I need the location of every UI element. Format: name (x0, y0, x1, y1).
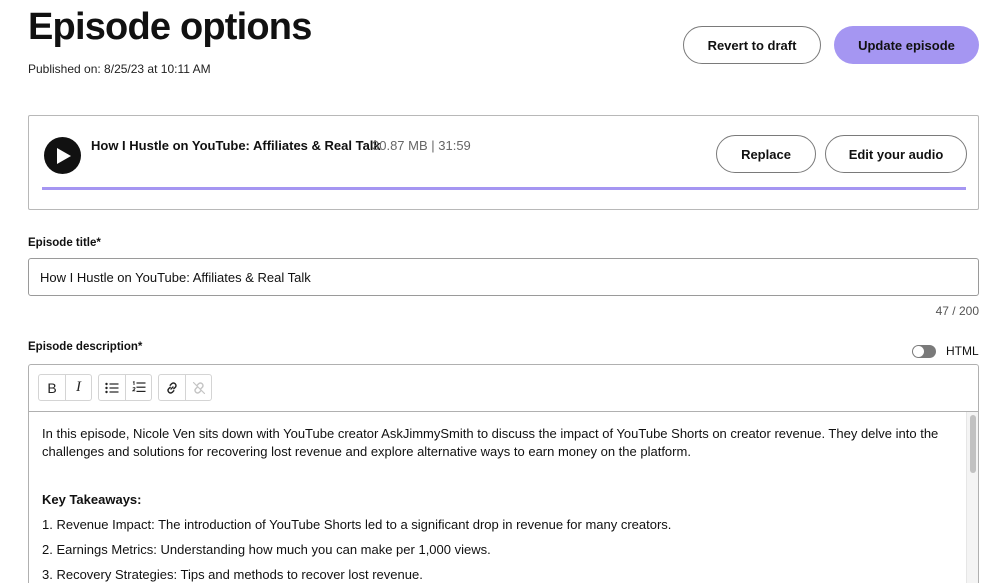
unlink-button[interactable] (185, 375, 211, 400)
numbered-list-icon (131, 381, 145, 392)
description-intro: In this episode, Nicole Ven sits down wi… (42, 426, 939, 459)
html-toggle-knob (913, 345, 924, 357)
audio-title: How I Hustle on YouTube: Affiliates & Re… (91, 138, 381, 153)
play-icon (57, 147, 71, 164)
published-date: Published on: 8/25/23 at 10:11 AM (28, 62, 211, 76)
page-title: Episode options (28, 6, 312, 48)
italic-button[interactable]: I (65, 375, 91, 400)
play-button[interactable] (44, 137, 81, 174)
list-group (98, 374, 152, 401)
link-icon (167, 381, 177, 394)
format-group: B I (38, 374, 92, 401)
audio-card: How I Hustle on YouTube: Affiliates & Re… (28, 115, 979, 210)
replace-audio-button[interactable]: Replace (716, 135, 816, 173)
link-button[interactable] (159, 375, 185, 400)
editor-scrollbar[interactable] (966, 412, 978, 583)
editor-toolbar: B I (29, 365, 978, 412)
html-toggle-label: HTML (946, 344, 979, 358)
link-group (158, 374, 212, 401)
episode-title-input[interactable] (28, 258, 979, 296)
html-toggle-group: HTML (912, 344, 979, 358)
editor-content[interactable]: In this episode, Nicole Ven sits down wi… (29, 412, 966, 583)
audio-upload-progress (42, 187, 966, 190)
edit-audio-button[interactable]: Edit your audio (825, 135, 967, 173)
audio-meta: 30.87 MB | 31:59 (372, 138, 471, 153)
unlink-icon (192, 381, 205, 394)
bullet-list-icon (105, 382, 119, 393)
episode-title-label: Episode title* (28, 237, 101, 249)
audio-upload-progress-fill (42, 187, 966, 190)
editor-scrollbar-thumb[interactable] (970, 415, 976, 473)
key-takeaways-heading: Key Takeaways: (42, 492, 142, 507)
update-episode-button[interactable]: Update episode (834, 26, 979, 64)
episode-title-char-count: 47 / 200 (935, 304, 979, 318)
numbered-list-button[interactable] (125, 375, 151, 400)
description-editor: B I In this episode, Nicole Ven sits dow… (28, 364, 979, 583)
html-toggle[interactable] (912, 344, 936, 358)
bold-button[interactable]: B (39, 375, 65, 400)
episode-description-label: Episode description* (28, 341, 143, 353)
takeaway-item: 1. Revenue Impact: The introduction of Y… (42, 517, 672, 532)
bullet-list-button[interactable] (99, 375, 125, 400)
takeaway-item: 2. Earnings Metrics: Understanding how m… (42, 542, 491, 557)
takeaway-item: 3. Recovery Strategies: Tips and methods… (42, 567, 423, 582)
revert-to-draft-button[interactable]: Revert to draft (683, 26, 821, 64)
